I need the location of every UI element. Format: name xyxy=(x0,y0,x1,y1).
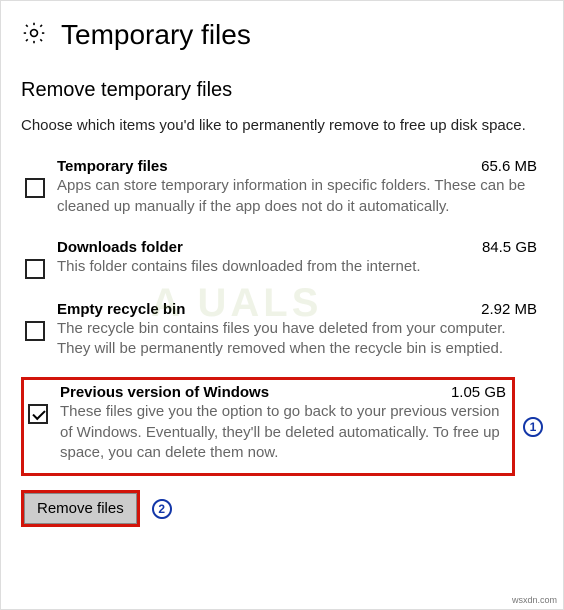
item-description: This folder contains files downloaded fr… xyxy=(57,257,537,277)
item-title: Previous version of Windows xyxy=(60,384,269,401)
list-item: Downloads folder 84.5 GB This folder con… xyxy=(21,235,543,289)
checkbox-previous-windows[interactable] xyxy=(28,404,48,424)
annotation-highlight-button: Remove files xyxy=(21,490,140,527)
page-title: Temporary files xyxy=(61,19,251,51)
item-description: The recycle bin contains files you have … xyxy=(57,319,537,360)
gear-icon xyxy=(21,20,47,51)
item-description: Apps can store temporary information in … xyxy=(57,176,537,217)
item-description: These files give you the option to go ba… xyxy=(60,402,506,463)
item-size: 65.6 MB xyxy=(481,158,537,175)
source-watermark: wsxdn.com xyxy=(512,595,557,605)
page-header: Temporary files xyxy=(21,19,543,51)
item-title: Downloads folder xyxy=(57,239,183,256)
list-item: Empty recycle bin 2.92 MB The recycle bi… xyxy=(21,297,543,370)
item-size: 1.05 GB xyxy=(451,384,506,401)
remove-files-button[interactable]: Remove files xyxy=(24,493,137,524)
item-size: 2.92 MB xyxy=(481,301,537,318)
checkbox-downloads-folder[interactable] xyxy=(25,259,45,279)
annotation-marker-1: 1 xyxy=(523,417,543,437)
item-title: Temporary files xyxy=(57,158,168,175)
section-intro: Choose which items you'd like to permane… xyxy=(21,116,543,136)
checkbox-empty-recycle-bin[interactable] xyxy=(25,321,45,341)
checkbox-temporary-files[interactable] xyxy=(25,178,45,198)
list-item: Previous version of Windows 1.05 GB Thes… xyxy=(21,377,515,476)
item-title: Empty recycle bin xyxy=(57,301,185,318)
settings-page: Temporary files Remove temporary files C… xyxy=(1,1,563,547)
list-item: Temporary files 65.6 MB Apps can store t… xyxy=(21,154,543,227)
annotation-marker-2: 2 xyxy=(152,499,172,519)
item-size: 84.5 GB xyxy=(482,239,537,256)
section-subtitle: Remove temporary files xyxy=(21,79,543,102)
